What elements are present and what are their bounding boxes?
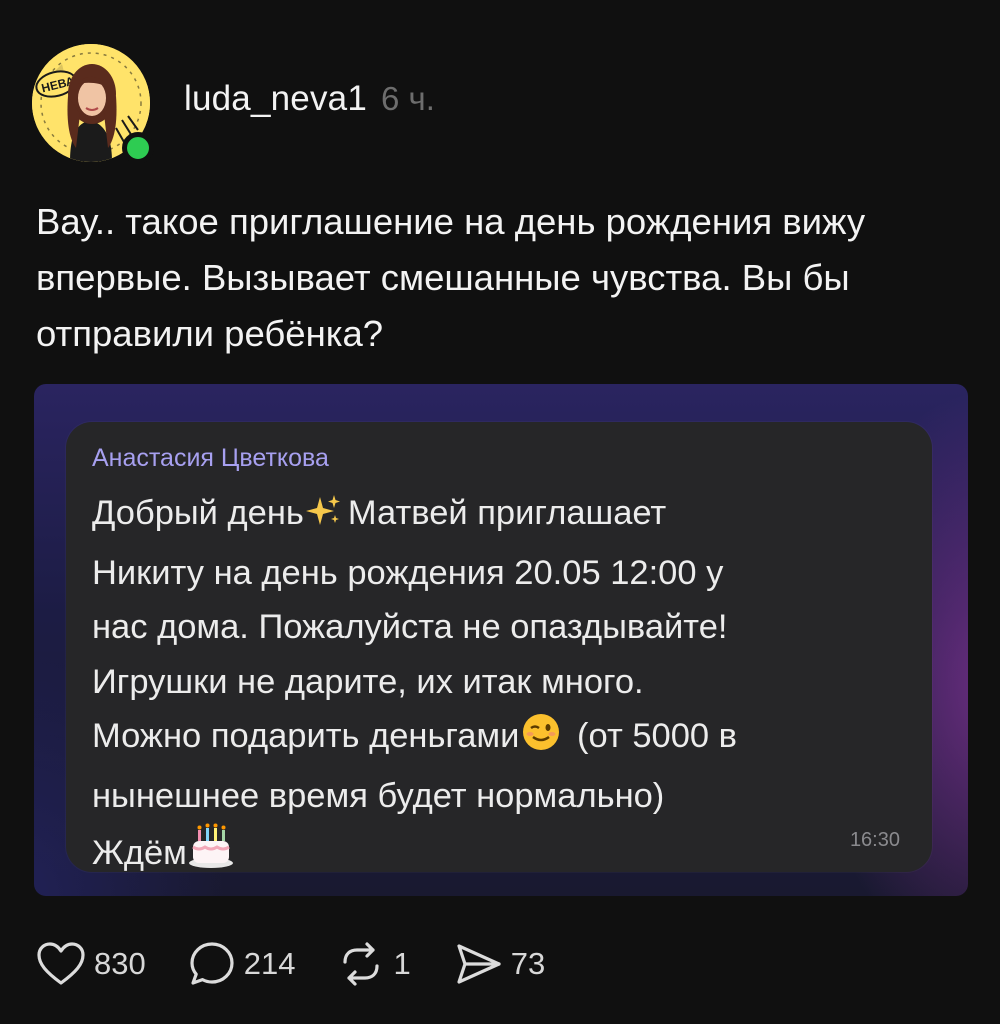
message-fragment: (от 5000 в	[577, 717, 737, 755]
like-button[interactable]: 830	[36, 941, 146, 987]
message-fragment: Матвей приглашает	[347, 494, 667, 532]
comment-icon	[188, 940, 236, 988]
comment-count: 214	[243, 946, 296, 981]
post-media-screenshot[interactable]: Анастасия Цветкова Добрый день Матвей пр…	[34, 384, 968, 896]
message-time: 16:30	[849, 829, 900, 851]
post-actions: 830 214 1 73	[36, 940, 587, 988]
repost-count: 1	[393, 946, 411, 981]
message-line: Игрушки не дарите, их итак много.	[92, 662, 644, 701]
share-count: 73	[510, 946, 546, 981]
message-line: Можно подарить деньгами (от 5000 в	[92, 709, 922, 769]
message-sender: Анастасия Цветкова	[92, 444, 329, 472]
online-status-dot	[122, 132, 154, 164]
message-line: Никиту на день рождения 20.05 12:00 у	[92, 553, 724, 592]
comment-button[interactable]: 214	[188, 940, 296, 988]
like-count: 830	[94, 946, 146, 981]
message-text: Добрый день Матвей приглашает Никиту на …	[92, 486, 922, 886]
message-line: нас дома. Пожалуйста не опаздывайте!	[92, 608, 728, 646]
message-fragment: Можно подарить деньгами	[92, 717, 520, 755]
message-line: Ждём	[92, 823, 922, 886]
repost-icon	[337, 940, 385, 988]
message-fragment: Ждём	[92, 834, 187, 872]
message-line: нынешнее время будет нормально)	[92, 776, 665, 815]
post-card: НЕВА luda_neva1 6 ч. Вау.. такое приглаш…	[0, 0, 1000, 1024]
avatar[interactable]: НЕВА	[32, 44, 154, 164]
message-bubble: Анастасия Цветкова Добрый день Матвей пр…	[66, 422, 932, 872]
post-time: 6 ч.	[381, 80, 435, 117]
sparkles-icon	[305, 491, 342, 546]
heart-icon	[36, 941, 86, 987]
birthday-cake-icon	[187, 823, 235, 886]
share-button[interactable]: 73	[453, 940, 545, 988]
message-line: Добрый день Матвей приглашает	[92, 486, 922, 546]
repost-button[interactable]: 1	[337, 940, 411, 988]
post-header: НЕВА luda_neva1 6 ч.	[32, 44, 435, 164]
post-text: Вау.. такое приглашение на день рождения…	[36, 201, 866, 354]
username[interactable]: luda_neva1	[184, 79, 367, 119]
send-icon	[453, 940, 503, 988]
message-fragment: Добрый день	[92, 494, 304, 532]
winking-face-icon	[521, 712, 561, 769]
